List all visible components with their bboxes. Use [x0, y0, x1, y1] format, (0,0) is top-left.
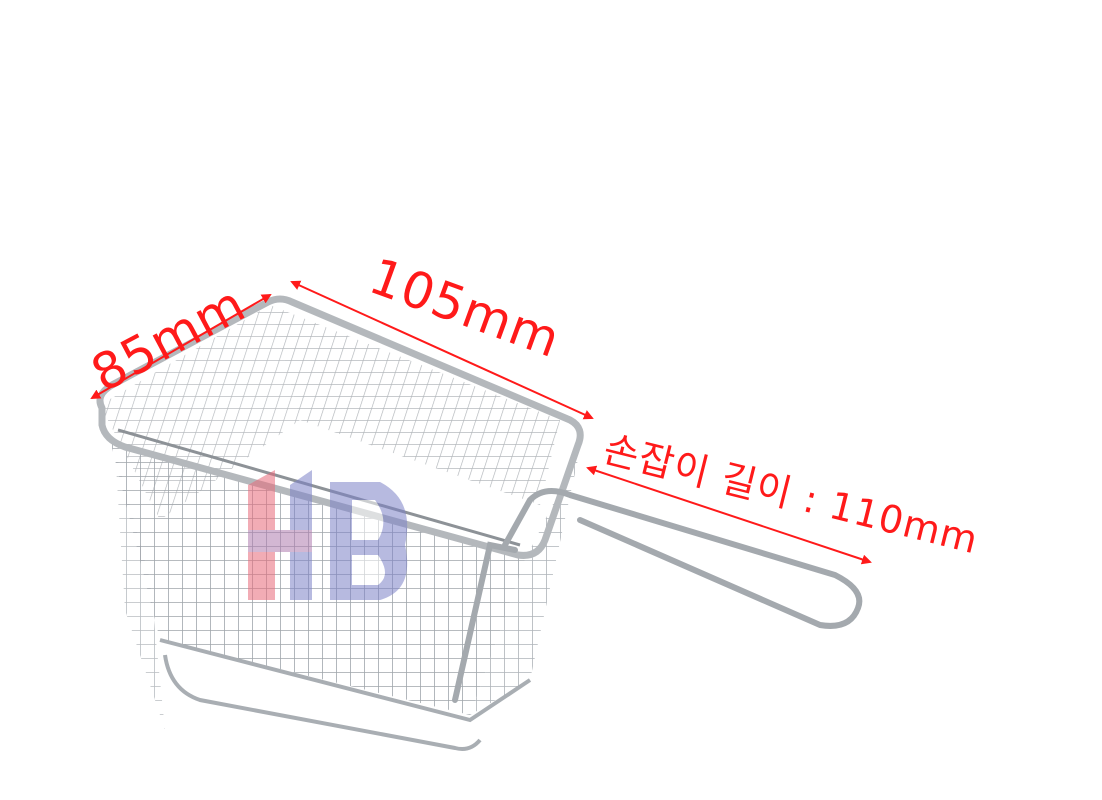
fry-basket-illustration	[90, 280, 872, 751]
product-image: 85mm 105mm 손잡이 길이 : 110mm	[0, 0, 1102, 800]
